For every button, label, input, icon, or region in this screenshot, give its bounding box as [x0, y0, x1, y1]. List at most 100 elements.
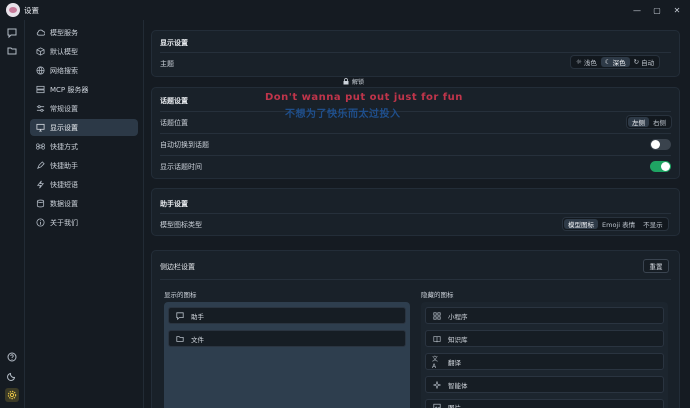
- unlock-label: 解锁: [352, 79, 365, 86]
- reset-button[interactable]: 重置: [643, 259, 669, 273]
- hidden-icon-item[interactable]: 小程序: [425, 307, 664, 324]
- topic-position-label: 话题位置: [160, 119, 188, 127]
- info-icon: [35, 218, 45, 228]
- nav-item-label: 快捷助手: [50, 161, 78, 170]
- sparkle-icon: [432, 380, 442, 389]
- item-label: 翻译: [448, 358, 461, 367]
- icon-type-label: 模型图标类型: [160, 221, 202, 229]
- nav-item-label: 默认模型: [50, 47, 78, 56]
- refresh-icon: ↻: [633, 58, 640, 66]
- card-title: 话题设置: [160, 97, 188, 105]
- settings-content: 显示设置 主题 ☼ 浅色 ☾ 深色 ↻ 自动 解锁 话题设置 话题位置 左侧 右…: [145, 20, 690, 408]
- divider: [160, 52, 671, 53]
- divider: [160, 155, 671, 156]
- hidden-icon-item[interactable]: 文A 翻译: [425, 353, 664, 370]
- theme-option-auto[interactable]: ↻ 自动: [630, 57, 658, 67]
- rocket-icon: [35, 161, 45, 171]
- close-button[interactable]: ✕: [670, 3, 684, 17]
- nav-item-label: 常规设置: [50, 104, 78, 113]
- hidden-icon-item[interactable]: 图片: [425, 399, 664, 408]
- theme-option-label: 浅色: [583, 59, 597, 67]
- settings-icon[interactable]: [5, 388, 19, 402]
- card-title: 侧边栏设置: [160, 263, 195, 271]
- theme-option-light[interactable]: ☼ 浅色: [572, 57, 601, 67]
- item-label: 图片: [448, 404, 461, 408]
- position-option-left[interactable]: 左侧: [628, 117, 649, 127]
- display-settings-card: 显示设置 主题 ☼ 浅色 ☾ 深色 ↻ 自动: [151, 30, 680, 77]
- nav-item-label: 网络搜索: [50, 66, 78, 75]
- theme-label: 主题: [160, 60, 174, 68]
- auto-switch-label: 自动切换到话题: [160, 141, 209, 149]
- nav-item-shortcuts[interactable]: 快捷方式: [30, 138, 138, 155]
- nav-item-web-search[interactable]: 网络搜索: [30, 62, 138, 79]
- command-icon: [35, 142, 45, 152]
- position-option-right[interactable]: 右侧: [649, 117, 670, 127]
- nav-item-label: MCP 服务器: [50, 85, 89, 94]
- server-icon: [35, 85, 45, 95]
- theme-option-label: 自动: [641, 59, 655, 67]
- hidden-icon-item[interactable]: 智能体: [425, 376, 664, 393]
- nav-item-quick-assistant[interactable]: 快捷助手: [30, 157, 138, 174]
- minimize-button[interactable]: —: [630, 3, 644, 17]
- icon-type-option-model[interactable]: 模型图标: [564, 219, 598, 229]
- nav-item-display[interactable]: 显示设置: [30, 119, 138, 136]
- item-label: 智能体: [448, 381, 468, 390]
- cube-icon: [35, 47, 45, 57]
- chat-icon: [175, 311, 185, 320]
- icon-type-option-emoji[interactable]: Emoji 表情: [598, 219, 639, 229]
- divider: [160, 133, 671, 134]
- nav-item-about[interactable]: 关于我们: [30, 214, 138, 231]
- nav-item-general[interactable]: 常规设置: [30, 100, 138, 117]
- nav-item-data[interactable]: 数据设置: [30, 195, 138, 212]
- nav-item-label: 快捷短语: [50, 180, 78, 189]
- chat-icon[interactable]: [5, 26, 19, 40]
- nav-item-default-model[interactable]: 默认模型: [30, 43, 138, 60]
- app-logo: [6, 3, 20, 17]
- cloud-icon: [35, 28, 45, 38]
- overlay-text-chinese: 不想为了快乐而太过投入: [285, 109, 401, 120]
- divider: [160, 111, 671, 112]
- sliders-icon: [35, 104, 45, 114]
- folder-icon: [175, 335, 185, 343]
- title-bar: 设置 — ▢ ✕: [0, 0, 690, 20]
- divider: [160, 279, 671, 280]
- item-label: 文件: [191, 335, 204, 344]
- visible-icon-item[interactable]: 助手: [168, 307, 406, 324]
- item-label: 知识库: [448, 335, 468, 344]
- nav-item-label: 显示设置: [50, 123, 78, 132]
- card-title: 显示设置: [160, 39, 188, 47]
- settings-nav: 模型服务 默认模型 网络搜索 MCP 服务器 常规设置 显示设置 快捷方式 快捷…: [24, 20, 144, 408]
- divider: [160, 213, 671, 214]
- visible-icon-item[interactable]: 文件: [168, 330, 406, 347]
- sun-icon: ☼: [576, 58, 582, 66]
- item-label: 助手: [191, 312, 204, 321]
- item-label: 小程序: [448, 312, 468, 321]
- auto-switch-toggle[interactable]: [650, 139, 671, 150]
- nav-item-label: 数据设置: [50, 199, 78, 208]
- hidden-icon-item[interactable]: 知识库: [425, 330, 664, 347]
- nav-item-mcp-server[interactable]: MCP 服务器: [30, 81, 138, 98]
- help-icon[interactable]: [5, 350, 19, 364]
- folder-icon[interactable]: [5, 44, 19, 58]
- show-time-toggle[interactable]: [650, 161, 671, 172]
- theme-option-dark[interactable]: ☾ 深色: [600, 57, 630, 67]
- moon-icon: ☾: [604, 58, 611, 66]
- grid-icon: [432, 311, 442, 320]
- image-icon: [432, 403, 442, 408]
- zap-icon: [35, 180, 45, 190]
- database-icon: [35, 199, 45, 209]
- unlock-button[interactable]: 解锁: [343, 77, 364, 86]
- hidden-icons-title: 隐藏的图标: [421, 291, 454, 299]
- monitor-icon: [35, 123, 45, 133]
- card-title: 助手设置: [160, 200, 188, 208]
- moon-icon[interactable]: [5, 369, 19, 383]
- show-time-label: 显示话题时间: [160, 163, 202, 171]
- nav-item-quick-phrases[interactable]: 快捷短语: [30, 176, 138, 193]
- assistant-settings-card: 助手设置 模型图标类型 模型图标 Emoji 表情 不显示: [151, 188, 680, 236]
- icon-type-option-none[interactable]: 不显示: [639, 219, 667, 229]
- icon-rail: [0, 20, 24, 408]
- nav-item-model-service[interactable]: 模型服务: [30, 24, 138, 41]
- translate-icon: 文A: [432, 355, 439, 370]
- visible-icons-list: 助手 文件: [164, 302, 410, 408]
- maximize-button[interactable]: ▢: [650, 3, 664, 17]
